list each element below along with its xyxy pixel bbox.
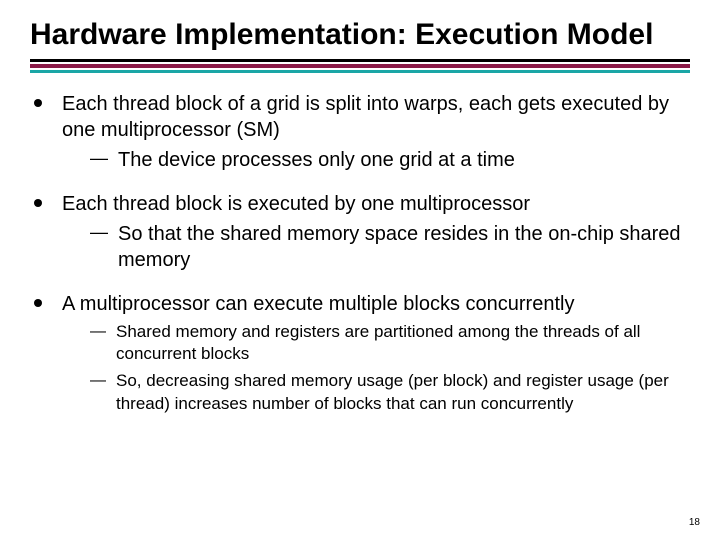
slide-body: Each thread block of a grid is split int… [30, 91, 690, 417]
sub-text: So, decreasing shared memory usage (per … [116, 370, 690, 416]
bullet-icon [34, 99, 42, 107]
sub-item: — The device processes only one grid at … [62, 147, 690, 173]
bullet-item: A multiprocessor can execute multiple bl… [30, 291, 690, 417]
sub-text: So that the shared memory space resides … [118, 221, 690, 273]
bullet-item: Each thread block of a grid is split int… [30, 91, 690, 173]
slide: Hardware Implementation: Execution Model… [0, 0, 720, 540]
bullet-icon [34, 299, 42, 307]
title-underline [30, 59, 690, 73]
sub-item: — So that the shared memory space reside… [62, 221, 690, 273]
bullet-icon [34, 199, 42, 207]
sub-item: — Shared memory and registers are partit… [62, 321, 690, 367]
dash-icon: — [90, 370, 106, 416]
slide-title: Hardware Implementation: Execution Model [30, 18, 690, 53]
sub-text: The device processes only one grid at a … [118, 147, 515, 173]
bullet-text: Each thread block is executed by one mul… [62, 193, 530, 215]
bullet-item: Each thread block is executed by one mul… [30, 191, 690, 273]
sub-text: Shared memory and registers are partitio… [116, 321, 690, 367]
dash-icon: — [90, 321, 106, 367]
bullet-text: A multiprocessor can execute multiple bl… [62, 293, 574, 315]
page-number: 18 [689, 517, 700, 528]
dash-icon: — [90, 147, 108, 173]
dash-icon: — [90, 221, 108, 273]
sub-item: — So, decreasing shared memory usage (pe… [62, 370, 690, 416]
bullet-text: Each thread block of a grid is split int… [62, 93, 669, 141]
